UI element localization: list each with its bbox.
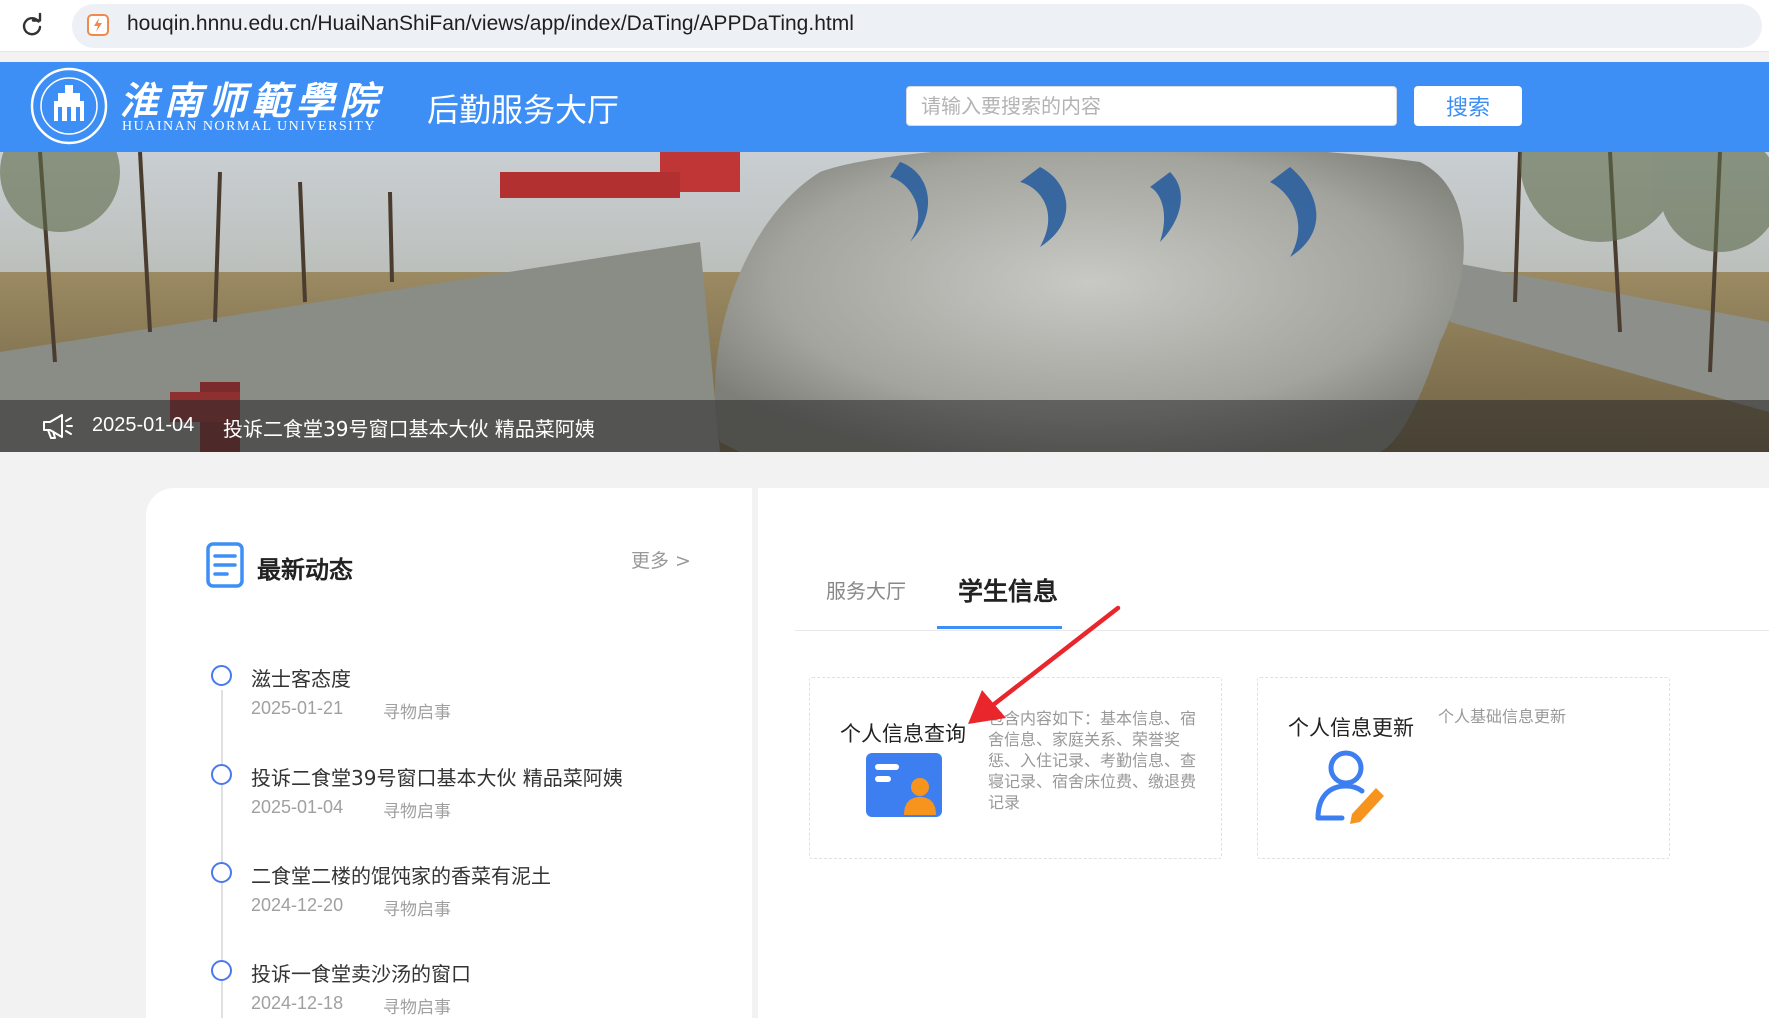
active-tab-indicator — [937, 626, 1062, 629]
news-heading: 最新动态 — [257, 556, 353, 584]
news-item[interactable]: 投诉一食堂卖沙汤的窗口 2024-12-18 寻物启事 — [0, 0, 760, 1018]
tab-service-hall[interactable]: 服务大厅 — [826, 575, 906, 604]
service-card-personal-info-query[interactable]: 个人信息查询 包含内容如下：基本信息、宿舍信息、家庭关系、荣誉奖惩、入住记录、考… — [809, 677, 1222, 859]
news-item-title[interactable]: 二食堂二楼的馄饨家的香菜有泥土 — [251, 860, 551, 889]
site-title: 后勤服务大厅 — [427, 91, 620, 129]
megaphone-icon — [43, 414, 73, 439]
news-item-category: 寻物启事 — [383, 802, 451, 822]
search-button[interactable]: 搜索 — [1414, 86, 1522, 126]
news-item-category: 寻物启事 — [383, 998, 451, 1018]
tab-divider — [795, 630, 1769, 631]
card-title: 个人信息更新 — [1288, 716, 1414, 740]
news-item-category: 寻物启事 — [383, 703, 451, 723]
user-edit-icon — [1315, 750, 1384, 824]
news-more-link[interactable]: 更多 > — [631, 546, 691, 573]
service-card-personal-info-update[interactable]: 个人信息更新 个人基础信息更新 — [1257, 677, 1670, 859]
card-title: 个人信息查询 — [840, 722, 966, 746]
news-document-icon — [206, 542, 244, 588]
news-item-title[interactable]: 投诉一食堂卖沙汤的窗口 — [251, 958, 471, 987]
timeline-dot — [211, 960, 232, 981]
search-input[interactable] — [906, 86, 1397, 126]
timeline-dot — [211, 764, 232, 785]
news-item-date: 2025-01-21 — [251, 698, 344, 718]
news-item-date: 2024-12-20 — [251, 895, 344, 915]
news-item-date: 2025-01-04 — [251, 797, 344, 817]
news-item-date: 2024-12-18 — [251, 993, 344, 1013]
timeline-dot — [211, 665, 232, 686]
notice-title[interactable]: 投诉二食堂39号窗口基本大伙 精品菜阿姨 — [223, 413, 595, 442]
notice-date: 2025-01-04 — [92, 414, 195, 436]
card-description: 个人基础信息更新 — [1438, 707, 1567, 726]
news-item-title[interactable]: 投诉二食堂39号窗口基本大伙 精品菜阿姨 — [251, 762, 623, 791]
timeline-dot — [211, 862, 232, 883]
news-item-title[interactable]: 滋士客态度 — [251, 663, 351, 692]
card-description: 包含内容如下：基本信息、宿舍信息、家庭关系、荣誉奖惩、入住记录、考勤信息、查寝记… — [988, 709, 1197, 812]
id-card-icon — [866, 753, 942, 817]
tab-student-info[interactable]: 学生信息 — [958, 572, 1058, 608]
news-item-category: 寻物启事 — [383, 900, 451, 920]
university-name-en: HUAINAN NORMAL UNIVERSITY — [122, 119, 376, 134]
